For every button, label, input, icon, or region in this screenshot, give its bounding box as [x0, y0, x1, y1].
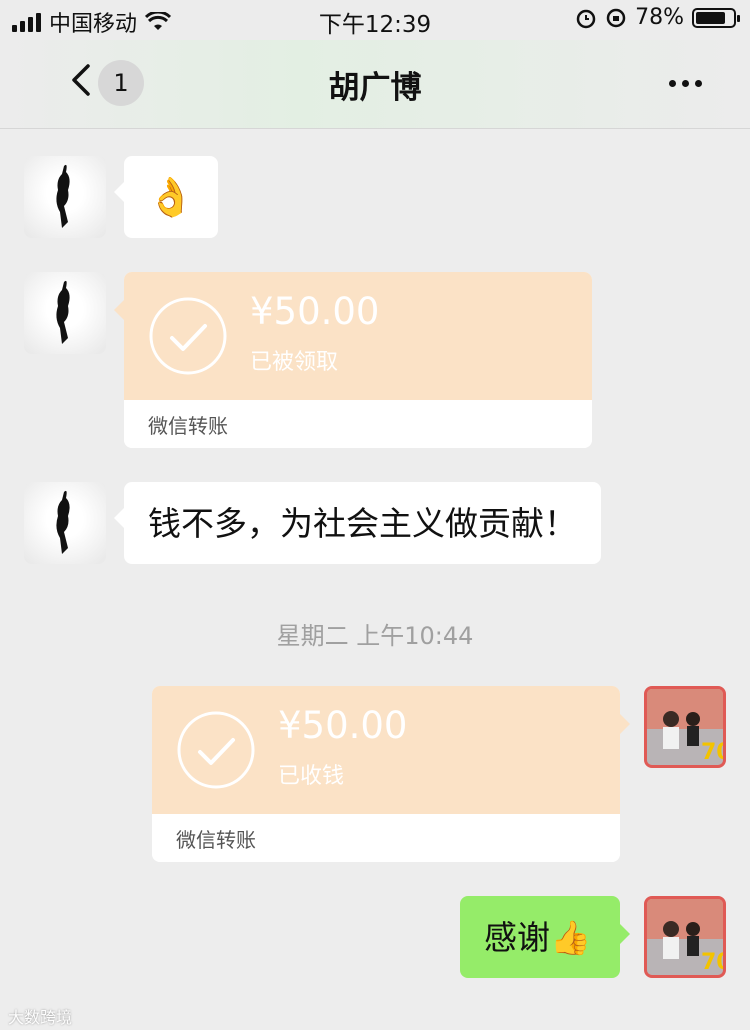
check-circle-icon — [177, 711, 255, 789]
message-bubble[interactable]: 👌 — [114, 156, 218, 238]
bubble-tail — [114, 300, 124, 320]
status-bar: 中国移动 下午12:39 78% — [0, 0, 750, 40]
transfer-source-label: 微信转账 — [148, 414, 228, 438]
my-avatar[interactable]: 70 — [644, 896, 726, 978]
battery-icon — [692, 7, 740, 28]
transfer-source-label: 微信转账 — [176, 828, 256, 852]
transfer-amount: ¥50.00 — [250, 290, 380, 333]
transfer-status: 已被领取 — [250, 350, 339, 375]
transfer-status: 已收钱 — [278, 764, 345, 789]
contact-avatar[interactable] — [24, 272, 106, 354]
contact-avatar[interactable] — [24, 482, 106, 564]
transfer-card[interactable]: ¥50.00 已被领取 微信转账 — [124, 272, 592, 448]
my-avatar[interactable]: 70 — [644, 686, 726, 768]
message-text: 感谢👍 — [484, 918, 592, 957]
chat-title: 胡广博 — [328, 70, 422, 106]
watermark: 大数跨境 — [8, 1008, 73, 1027]
status-right: 78% — [575, 5, 740, 30]
chat-header: 1 胡广博 — [0, 40, 750, 129]
transfer-card[interactable]: ¥50.00 已收钱 微信转账 — [152, 686, 620, 862]
message-text: 钱不多，为社会主义做贡献！ — [148, 504, 577, 543]
chat-timestamp: 星期二 上午10:44 — [276, 622, 474, 650]
ok-hand-emoji: 👌 — [147, 175, 195, 219]
battery-percent: 78% — [635, 5, 684, 30]
bubble-tail — [620, 714, 630, 734]
alarm-icon — [576, 9, 596, 28]
svg-text:70: 70 — [701, 950, 723, 975]
photo-image: 70 — [647, 689, 723, 765]
svg-text:70: 70 — [701, 740, 723, 765]
transfer-amount: ¥50.00 — [278, 704, 408, 747]
rotation-lock-icon — [606, 8, 626, 27]
silhouette-image — [56, 490, 70, 554]
silhouette-image — [56, 280, 70, 344]
message-bubble[interactable]: 钱不多，为社会主义做贡献！ — [114, 482, 601, 564]
check-circle-icon — [149, 297, 227, 375]
more-dots-icon[interactable] — [669, 80, 702, 87]
photo-image: 70 — [647, 899, 723, 975]
contact-avatar[interactable] — [24, 156, 106, 238]
silhouette-image — [56, 164, 70, 228]
my-message-bubble[interactable]: 感谢👍 — [460, 896, 630, 978]
